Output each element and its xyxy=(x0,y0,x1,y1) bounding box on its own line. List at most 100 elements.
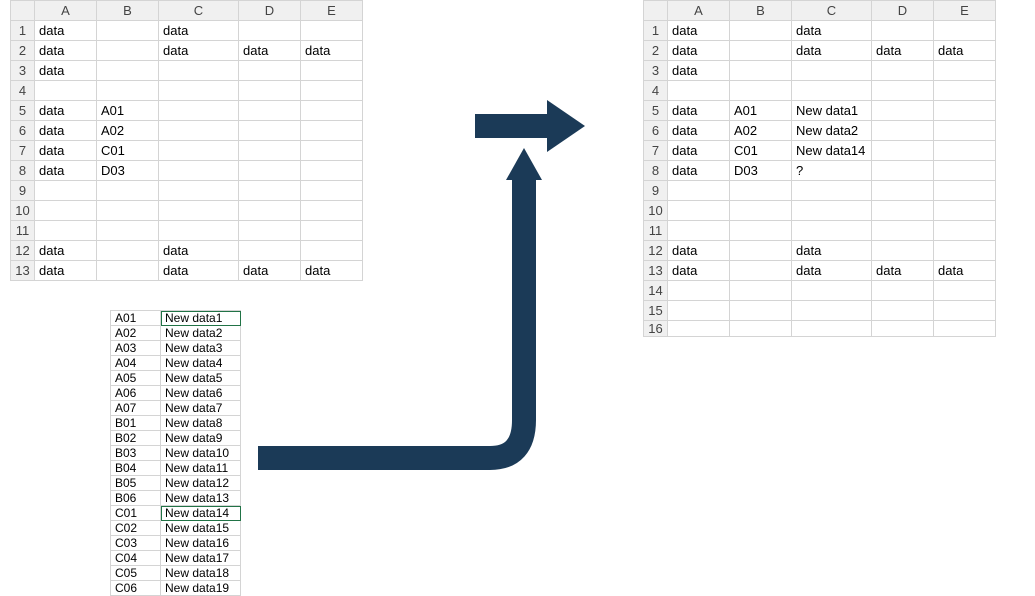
cell[interactable]: data xyxy=(934,41,996,61)
lookup-key-cell[interactable]: A07 xyxy=(111,401,161,416)
lookup-key-cell[interactable]: B04 xyxy=(111,461,161,476)
cell[interactable]: New data1 xyxy=(792,101,872,121)
lookup-key-cell[interactable]: C05 xyxy=(111,566,161,581)
row-header[interactable]: 2 xyxy=(11,41,35,61)
cell[interactable]: data xyxy=(792,261,872,281)
cell[interactable]: New data14 xyxy=(792,141,872,161)
cell[interactable]: data xyxy=(301,41,363,61)
cell[interactable] xyxy=(159,121,239,141)
cell[interactable]: data xyxy=(35,21,97,41)
cell[interactable]: data xyxy=(159,261,239,281)
cell[interactable] xyxy=(159,101,239,121)
cell[interactable] xyxy=(730,21,792,41)
cell[interactable] xyxy=(159,81,239,101)
row-header[interactable]: 2 xyxy=(644,41,668,61)
lookup-value-cell[interactable]: New data17 xyxy=(161,551,241,566)
col-header-B[interactable]: B xyxy=(730,1,792,21)
cell[interactable] xyxy=(730,61,792,81)
cell[interactable] xyxy=(97,261,159,281)
cell[interactable]: data xyxy=(239,41,301,61)
cell[interactable]: data xyxy=(159,241,239,261)
cell[interactable]: A01 xyxy=(97,101,159,121)
cell[interactable] xyxy=(934,161,996,181)
cell[interactable]: A02 xyxy=(730,121,792,141)
lookup-value-cell[interactable]: New data5 xyxy=(161,371,241,386)
cell[interactable] xyxy=(792,221,872,241)
row-header[interactable]: 7 xyxy=(644,141,668,161)
cell[interactable] xyxy=(872,121,934,141)
cell[interactable] xyxy=(730,201,792,221)
row-header[interactable]: 8 xyxy=(11,161,35,181)
cell[interactable] xyxy=(872,281,934,301)
cell[interactable] xyxy=(872,301,934,321)
cell[interactable] xyxy=(668,221,730,241)
cell[interactable] xyxy=(730,81,792,101)
cell[interactable] xyxy=(934,121,996,141)
cell[interactable] xyxy=(668,201,730,221)
row-header[interactable]: 4 xyxy=(644,81,668,101)
cell[interactable] xyxy=(872,241,934,261)
lookup-value-cell[interactable]: New data9 xyxy=(161,431,241,446)
cell[interactable] xyxy=(301,21,363,41)
cell[interactable] xyxy=(239,81,301,101)
lookup-value-cell[interactable]: New data2 xyxy=(161,326,241,341)
lookup-key-cell[interactable]: C04 xyxy=(111,551,161,566)
row-header[interactable]: 10 xyxy=(11,201,35,221)
cell[interactable]: C01 xyxy=(730,141,792,161)
cell[interactable] xyxy=(934,301,996,321)
cell[interactable] xyxy=(872,321,934,337)
cell[interactable] xyxy=(934,281,996,301)
cell[interactable] xyxy=(872,161,934,181)
row-header[interactable]: 3 xyxy=(644,61,668,81)
row-header[interactable]: 8 xyxy=(644,161,668,181)
row-header[interactable]: 13 xyxy=(644,261,668,281)
lookup-key-cell[interactable]: C02 xyxy=(111,521,161,536)
row-header[interactable]: 11 xyxy=(11,221,35,241)
lookup-key-cell[interactable]: B01 xyxy=(111,416,161,431)
cell[interactable] xyxy=(668,301,730,321)
cell[interactable] xyxy=(792,81,872,101)
cell[interactable] xyxy=(934,201,996,221)
row-header[interactable]: 13 xyxy=(11,261,35,281)
cell[interactable] xyxy=(934,101,996,121)
lookup-value-cell[interactable]: New data3 xyxy=(161,341,241,356)
cell[interactable] xyxy=(934,81,996,101)
cell[interactable] xyxy=(872,101,934,121)
lookup-key-cell[interactable]: C06 xyxy=(111,581,161,596)
cell[interactable] xyxy=(668,281,730,301)
cell[interactable] xyxy=(159,61,239,81)
cell[interactable] xyxy=(97,181,159,201)
cell[interactable] xyxy=(239,61,301,81)
row-header[interactable]: 1 xyxy=(11,21,35,41)
lookup-value-cell[interactable]: New data6 xyxy=(161,386,241,401)
cell[interactable] xyxy=(730,221,792,241)
cell[interactable] xyxy=(934,321,996,337)
cell[interactable] xyxy=(159,161,239,181)
cell[interactable]: data xyxy=(35,241,97,261)
cell[interactable]: C01 xyxy=(97,141,159,161)
cell[interactable] xyxy=(97,81,159,101)
cell[interactable]: data xyxy=(35,141,97,161)
lookup-value-cell[interactable]: New data13 xyxy=(161,491,241,506)
cell[interactable] xyxy=(792,181,872,201)
cell[interactable]: data xyxy=(159,21,239,41)
lookup-key-cell[interactable]: A06 xyxy=(111,386,161,401)
cell[interactable]: data xyxy=(668,61,730,81)
cell[interactable] xyxy=(97,21,159,41)
lookup-value-cell[interactable]: New data18 xyxy=(161,566,241,581)
lookup-value-cell[interactable]: New data7 xyxy=(161,401,241,416)
row-header[interactable]: 12 xyxy=(11,241,35,261)
row-header[interactable]: 9 xyxy=(11,181,35,201)
row-header[interactable]: 11 xyxy=(644,221,668,241)
lookup-key-cell[interactable]: C01 xyxy=(111,506,161,521)
cell[interactable]: data xyxy=(35,101,97,121)
cell[interactable] xyxy=(792,201,872,221)
cell[interactable] xyxy=(668,81,730,101)
cell[interactable]: A01 xyxy=(730,101,792,121)
cell[interactable] xyxy=(934,221,996,241)
cell[interactable] xyxy=(872,141,934,161)
cell[interactable] xyxy=(730,261,792,281)
lookup-value-cell[interactable]: New data11 xyxy=(161,461,241,476)
cell[interactable] xyxy=(159,141,239,161)
cell[interactable] xyxy=(159,181,239,201)
